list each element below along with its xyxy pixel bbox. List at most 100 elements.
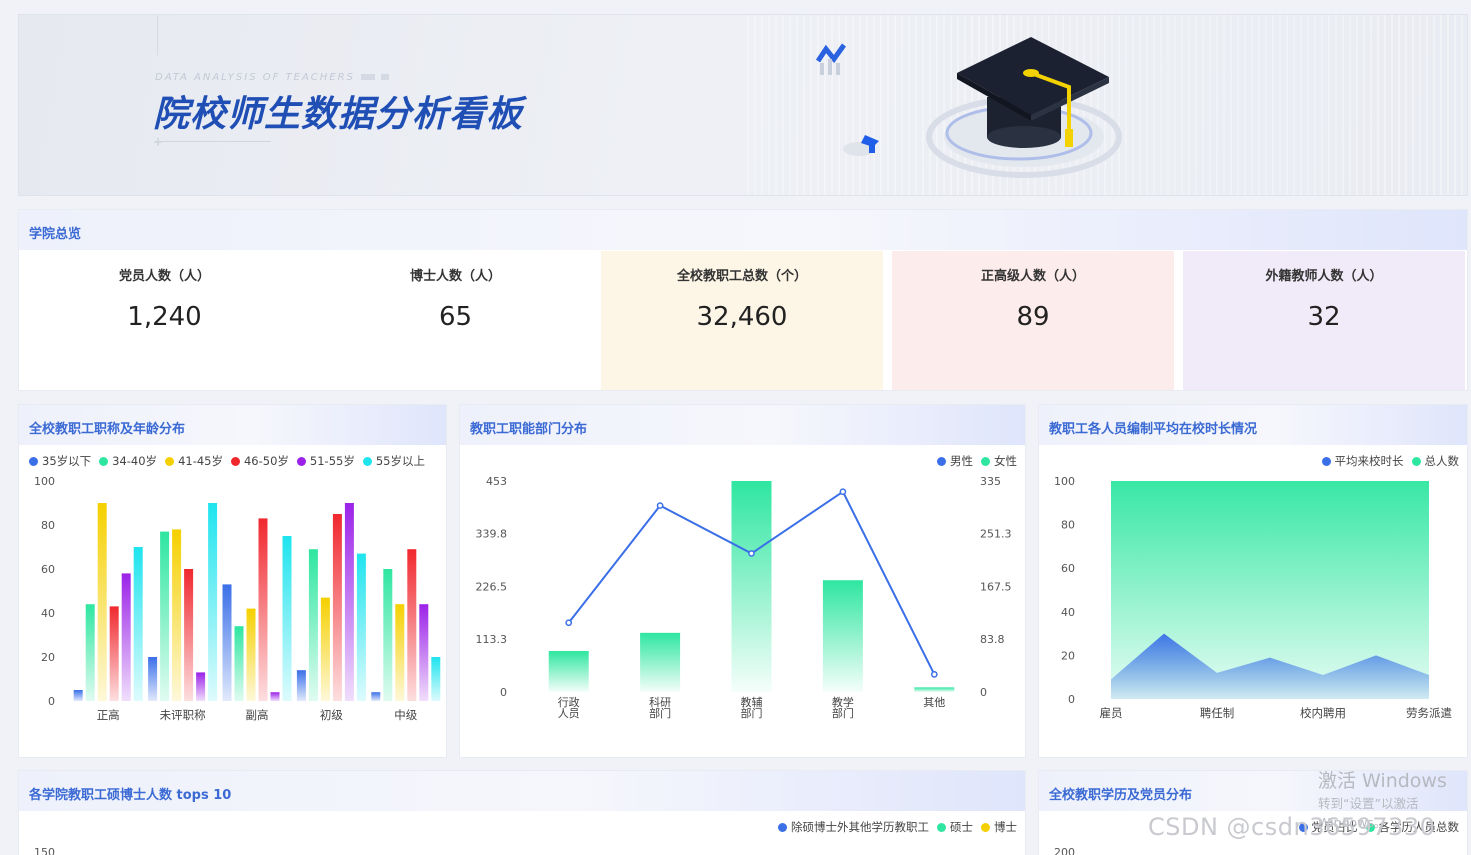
panel-header: 全校教职工职称及年龄分布 (19, 405, 446, 445)
line-point (748, 550, 755, 557)
x-tick-label: 初级 (320, 708, 343, 722)
bar (914, 687, 955, 692)
header-banner: DATA ANALYSIS OF TEACHERS 院校师生数据分析看板 + (18, 14, 1468, 196)
y-tick-label-right: 251.3 (980, 528, 1012, 541)
stat-label: 全校教职工总数（个） (676, 269, 807, 284)
bar (640, 632, 681, 692)
y-tick-label: 200 (1054, 846, 1075, 855)
y-tick-label: 0 (48, 695, 55, 708)
bar (371, 692, 381, 701)
tenure-area-chart: 0 20 40 60 80 100 雇员 聘任制 校内聘用 劳务派遣 (1054, 475, 1452, 720)
panel-header: 各学院教职工硕博士人数 tops 10 (19, 771, 1025, 811)
banner-divider (157, 15, 158, 55)
stat-card-party-members: 党员人数（人） 1,240 (19, 251, 310, 390)
bar (822, 580, 863, 692)
x-tick-label: 聘任制 (1200, 706, 1235, 720)
panel-header: 教职工各人员编制平均在校时长情况 (1039, 405, 1467, 445)
department-panel: 教职工职能部门分布 男性 女性 0 113.3 226.5 339.8 453 0 83.8 1… (459, 404, 1026, 758)
y-tick-label: 40 (1061, 606, 1075, 619)
y-tick-label-left: 453 (486, 475, 507, 488)
tops10-bar-chart: 150 (34, 846, 55, 855)
department-combo-chart: 0113.3226.5339.8453083.8167.5251.3335行政人… (476, 475, 1012, 720)
x-tick-label: 其他 (923, 696, 945, 709)
x-tick-label: 部门 (741, 706, 763, 720)
chart-logo-icon (815, 43, 847, 75)
panel-header: 教职工职能部门分布 (460, 405, 1025, 445)
overview-header: 学院总览 (19, 210, 1467, 250)
y-tick-label-left: 113.3 (476, 633, 508, 646)
y-tick-label: 20 (1061, 649, 1075, 662)
stat-label: 党员人数（人） (118, 269, 210, 284)
line-point (839, 488, 847, 496)
bar (222, 584, 232, 701)
x-tick-label: 正高 (97, 708, 120, 722)
bar (270, 692, 280, 701)
tenure-panel: 教职工各人员编制平均在校时长情况 平均来校时长 总人数 0 20 40 60 80 100 雇… (1038, 404, 1468, 758)
small-cap-icon (843, 135, 879, 156)
x-tick-label: 校内聘用 (1300, 706, 1346, 720)
y-tick-label-right: 335 (980, 475, 1001, 488)
bar (258, 518, 268, 701)
bar (356, 553, 366, 701)
bar (419, 604, 429, 701)
stat-label: 博士人数（人） (409, 269, 501, 284)
overview-panel: 学院总览 党员人数（人） 1,240 博士人数（人） 65 全校教职工总数（个）… (18, 209, 1468, 391)
y-tick-label: 20 (41, 651, 55, 664)
bar (148, 657, 158, 701)
line-point (565, 619, 573, 627)
y-tick-label-left: 0 (500, 686, 507, 699)
stat-card-senior-titles: 正高级人数（人） 89 (892, 251, 1174, 390)
banner-plus-mark: + (153, 135, 164, 149)
stat-value: 89 (1016, 302, 1050, 332)
title-age-bar-chart: 0 20 40 60 80 100 正高 未评职称 副高 初级 中级 (34, 475, 441, 722)
bar (383, 569, 393, 701)
y-tick-label: 60 (41, 563, 55, 576)
stat-card-foreign-teachers: 外籍教师人数（人） 32 (1183, 251, 1465, 390)
bar (109, 606, 119, 701)
bar (208, 503, 218, 701)
y-tick-label: 0 (1068, 693, 1075, 706)
bar (172, 529, 182, 701)
bar (332, 514, 342, 701)
stat-card-total-staff: 全校教职工总数（个） 32,460 (601, 251, 883, 390)
bar (431, 657, 441, 701)
bar (308, 549, 318, 701)
bar (97, 503, 107, 701)
x-tick-label: 未评职称 (160, 708, 206, 722)
x-tick-label: 中级 (394, 708, 417, 722)
dashboard-title: 院校师生数据分析看板 (153, 94, 524, 135)
stat-value: 32 (1307, 302, 1341, 332)
bar (196, 672, 206, 701)
stat-label: 正高级人数（人） (980, 269, 1085, 284)
y-tick-label: 60 (1061, 562, 1075, 575)
stat-value: 65 (438, 302, 473, 332)
bar (282, 536, 292, 701)
bar (160, 531, 170, 701)
panel-title: 教职工职能部门分布 (470, 422, 588, 437)
bar (731, 481, 772, 692)
y-tick-label: 150 (34, 846, 55, 855)
y-tick-label: 100 (34, 475, 55, 488)
bar (184, 569, 194, 701)
line-point (930, 671, 938, 678)
x-tick-label: 部门 (649, 706, 671, 720)
bar (85, 604, 95, 701)
y-tick-label: 80 (41, 519, 55, 532)
panel-title: 全校教职工职称及年龄分布 (29, 422, 186, 437)
line-point (656, 502, 664, 509)
stat-value: 1,240 (127, 302, 202, 332)
x-tick-label: 部门 (832, 706, 854, 720)
y-tick-label-right: 0 (980, 686, 987, 699)
x-tick-label: 副高 (246, 708, 269, 722)
bar (246, 608, 256, 701)
stat-label: 外籍教师人数（人） (1265, 269, 1383, 284)
panel-title: 教职工各人员编制平均在校时长情况 (1049, 422, 1258, 437)
banner-underline (155, 141, 271, 142)
y-tick-label: 80 (1061, 519, 1075, 532)
y-tick-label: 100 (1054, 475, 1075, 488)
graduation-cap-icon (926, 37, 1122, 178)
panel-title: 各学院教职工硕博士人数 tops 10 (29, 788, 232, 803)
bar (395, 604, 405, 701)
bar (121, 573, 131, 701)
csdn-watermark: CSDN @csdn36597330 (1148, 813, 1436, 841)
